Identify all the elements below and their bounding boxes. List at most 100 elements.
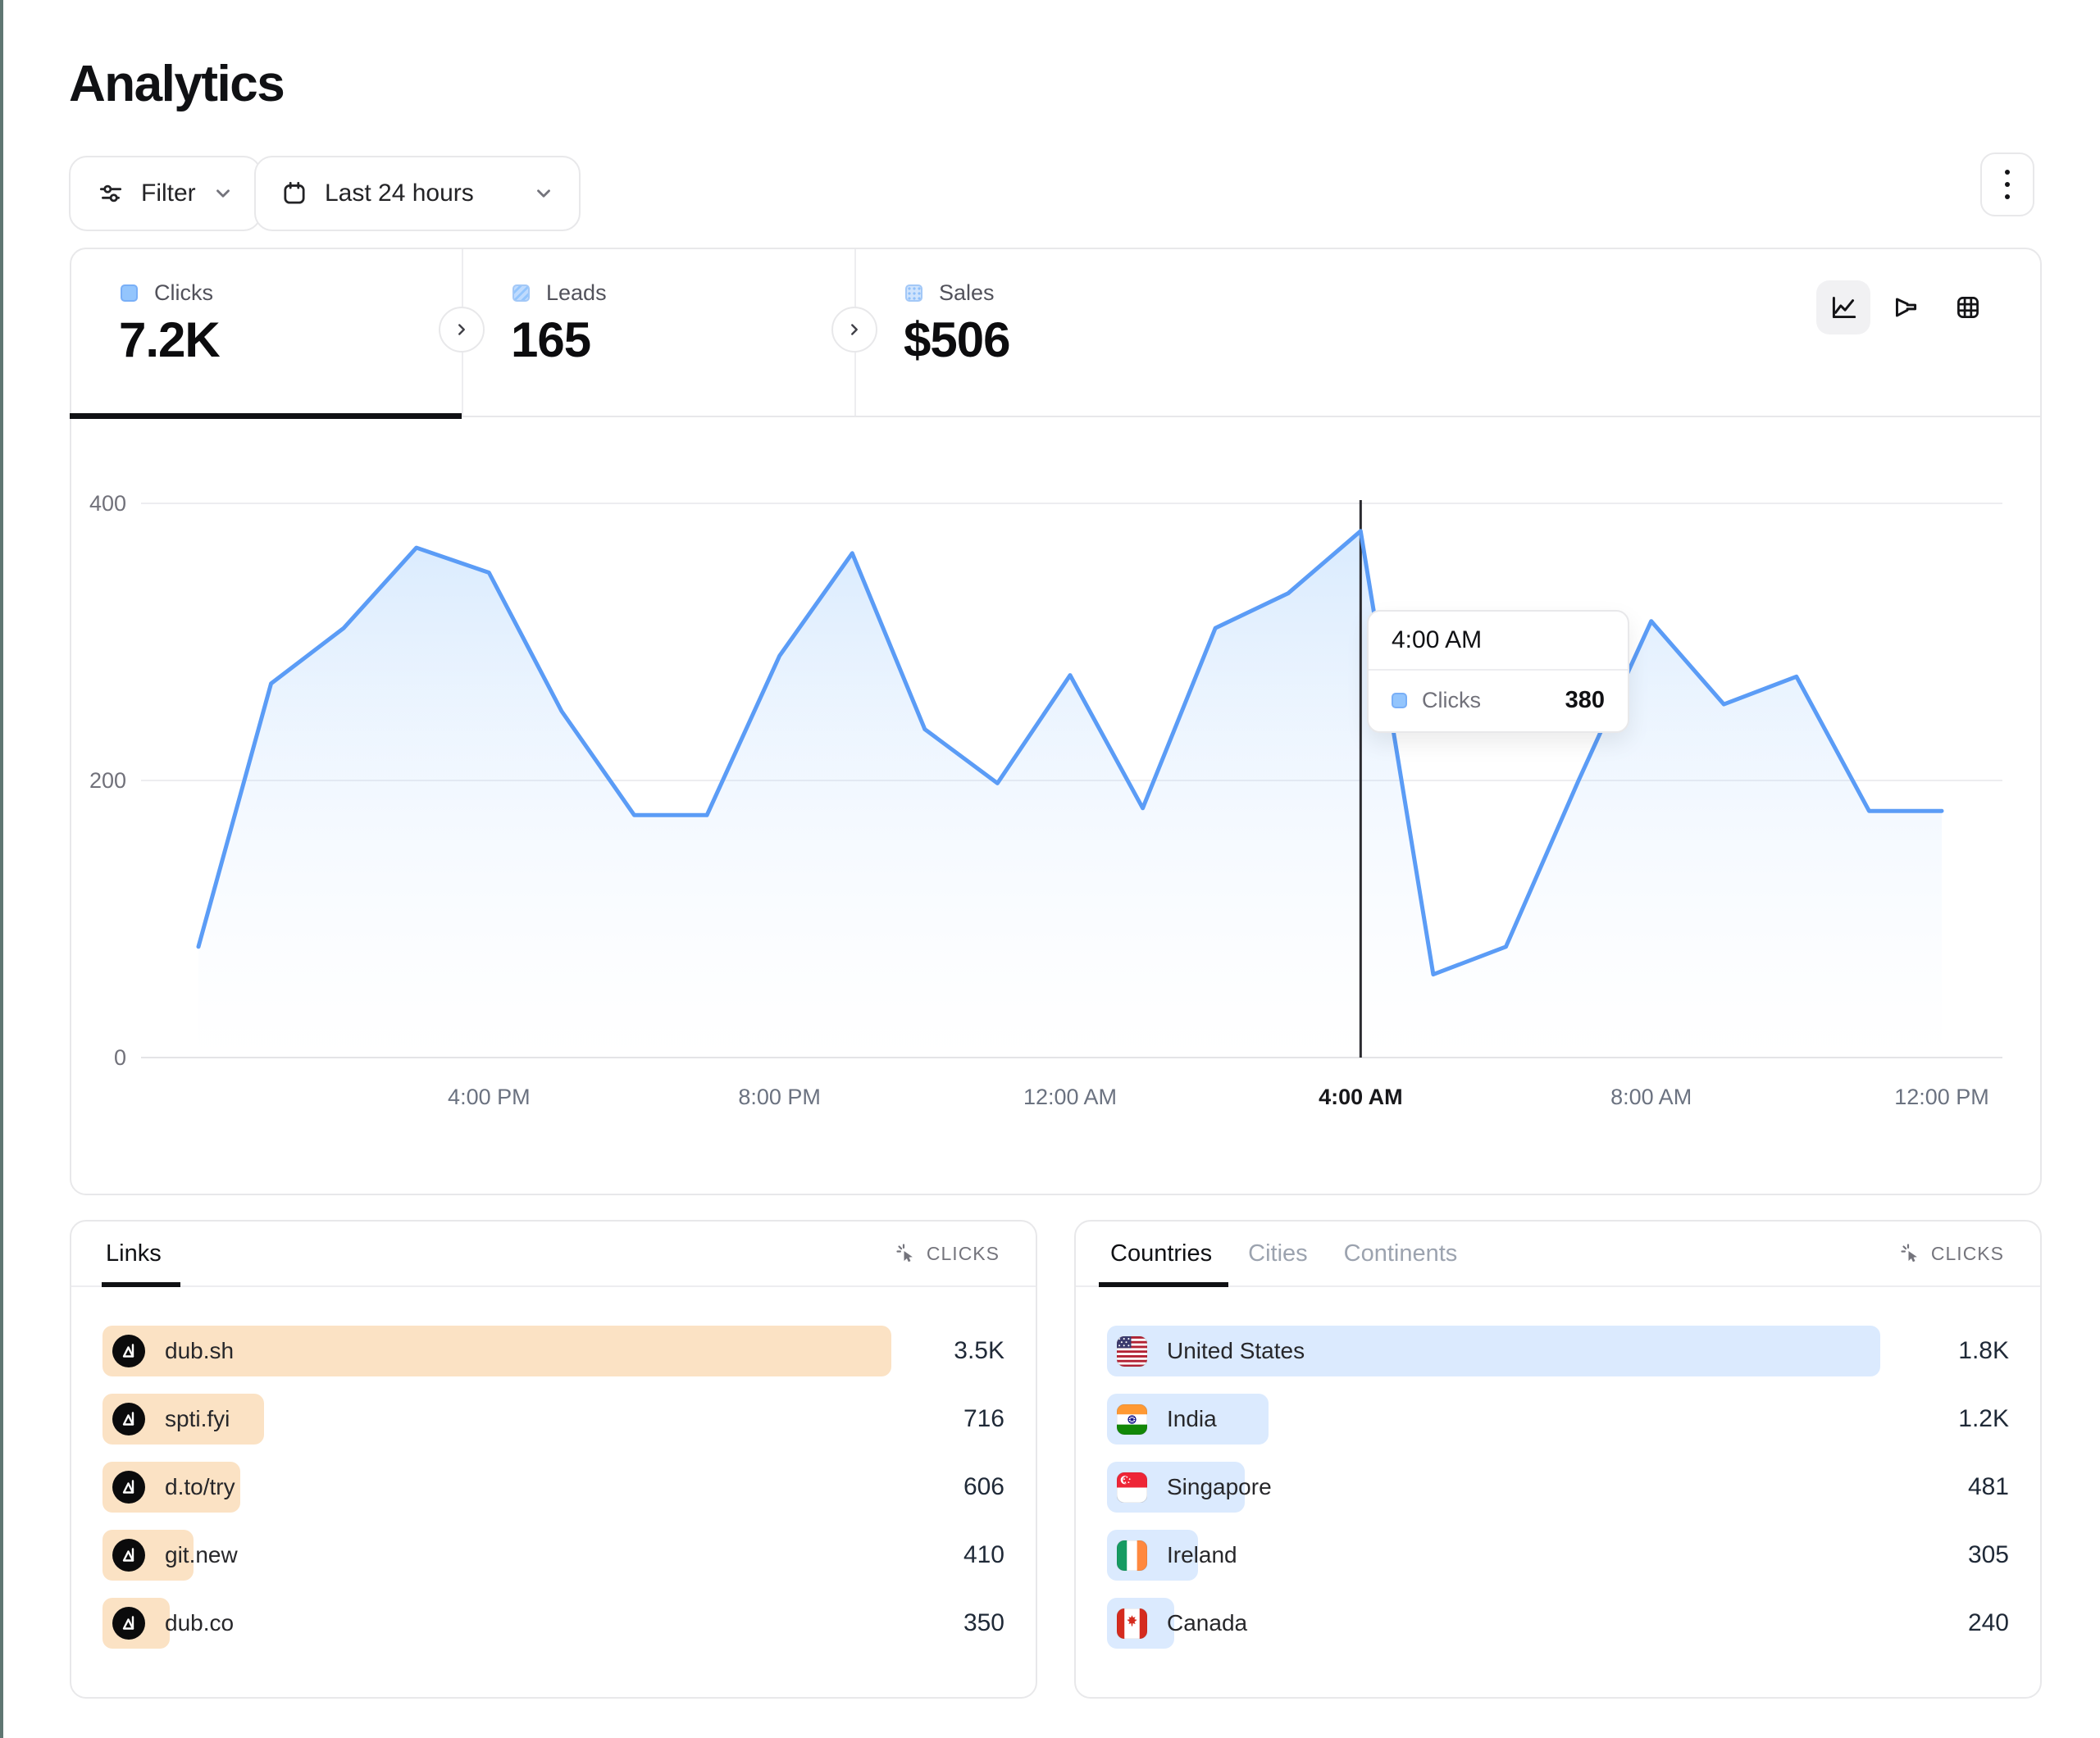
country-label: Singapore	[1167, 1474, 1272, 1500]
country-row[interactable]: Ireland 305	[1107, 1530, 2009, 1581]
links-active-underline	[102, 1282, 180, 1287]
link-clicks-value: 350	[906, 1609, 1004, 1637]
link-clicks-value: 606	[906, 1473, 1004, 1501]
country-flag-icon	[1117, 1472, 1147, 1503]
countries-panel: Countries Cities Continents CLICKS	[1074, 1220, 2042, 1699]
line-chart-icon	[1827, 291, 1860, 324]
svg-text:200: 200	[89, 768, 126, 793]
tab-continents[interactable]: Continents	[1344, 1240, 1458, 1267]
link-label: git.new	[165, 1542, 238, 1568]
clicks-time-series-chart[interactable]: 0 200 400 4:00 PM 8:00 PM 12:00 AM 4:00 AM 8:00…	[71, 416, 2040, 1195]
country-label: Canada	[1167, 1610, 1247, 1636]
dub-logo-icon	[112, 1335, 145, 1367]
country-row[interactable]: Canada 240	[1107, 1598, 2009, 1649]
tab-cities[interactable]: Cities	[1248, 1240, 1308, 1267]
link-label: spti.fyi	[165, 1406, 230, 1432]
chevron-down-icon	[533, 183, 554, 204]
country-clicks-value: 305	[1911, 1541, 2009, 1569]
dub-logo-icon	[112, 1403, 145, 1435]
countries-active-underline	[1099, 1282, 1228, 1287]
link-row[interactable]: dub.co 350	[102, 1598, 1004, 1649]
svg-text:8:00 PM: 8:00 PM	[738, 1085, 821, 1109]
cursor-click-icon	[1898, 1242, 1921, 1265]
links-metric-selector[interactable]: CLICKS	[894, 1242, 1000, 1265]
country-clicks-value: 481	[1911, 1473, 2009, 1501]
table-view-toggle-button[interactable]	[1941, 280, 1995, 334]
country-row[interactable]: United States 1.8K	[1107, 1326, 2009, 1376]
sales-value: $506	[904, 312, 1009, 368]
sales-legend-square	[905, 284, 922, 302]
link-label: dub.sh	[165, 1338, 234, 1364]
clicks-value: 7.2K	[119, 312, 220, 368]
leads-legend-square	[512, 284, 530, 302]
sales-tab-label: Sales	[939, 280, 995, 306]
tab-separator-chevron[interactable]	[831, 307, 877, 353]
link-row[interactable]: d.to/try 606	[102, 1462, 1004, 1513]
link-clicks-value: 3.5K	[906, 1337, 1004, 1365]
country-clicks-value: 1.8K	[1911, 1337, 2009, 1365]
svg-text:12:00 PM: 12:00 PM	[1894, 1085, 1989, 1109]
funnel-chart-toggle-button[interactable]	[1879, 280, 1933, 334]
tab-leads[interactable]: Leads 165	[462, 249, 854, 416]
countries-rows: United States 1.8K India 1.2K	[1107, 1326, 2009, 1666]
tooltip-legend-square	[1392, 693, 1407, 708]
links-metric-label: CLICKS	[927, 1243, 1000, 1265]
link-label: dub.co	[165, 1610, 234, 1636]
stat-tabs: Clicks 7.2K Leads 165 Sales $506	[71, 249, 2040, 417]
countries-metric-selector[interactable]: CLICKS	[1898, 1242, 2004, 1265]
country-flag-icon	[1117, 1404, 1147, 1435]
svg-text:4:00 PM: 4:00 PM	[448, 1085, 531, 1109]
calendar-icon	[280, 180, 308, 207]
svg-text:12:00 AM: 12:00 AM	[1023, 1085, 1117, 1109]
link-clicks-value: 410	[906, 1541, 1004, 1569]
funnel-icon	[1889, 291, 1922, 324]
svg-text:400: 400	[89, 491, 126, 516]
svg-text:4:00 AM: 4:00 AM	[1319, 1085, 1403, 1109]
filter-label: Filter	[141, 180, 196, 207]
country-clicks-value: 240	[1911, 1609, 2009, 1637]
tab-countries[interactable]: Countries	[1110, 1240, 1212, 1267]
line-chart-toggle-button[interactable]	[1816, 280, 1870, 334]
tooltip-series-label: Clicks	[1422, 688, 1481, 713]
link-label: d.to/try	[165, 1474, 235, 1500]
filter-icon	[97, 180, 125, 207]
grid-icon	[1952, 291, 1984, 324]
leads-tab-label: Leads	[546, 280, 607, 306]
svg-text:8:00 AM: 8:00 AM	[1610, 1085, 1692, 1109]
analytics-card: Clicks 7.2K Leads 165 Sales $506	[70, 248, 2042, 1195]
cursor-click-icon	[894, 1242, 917, 1265]
chart-tooltip: 4:00 AM Clicks 380	[1367, 610, 1629, 733]
link-clicks-value: 716	[906, 1405, 1004, 1433]
country-label: India	[1167, 1406, 1217, 1432]
tab-links[interactable]: Links	[106, 1240, 162, 1267]
link-row[interactable]: git.new 410	[102, 1530, 1004, 1581]
link-row[interactable]: dub.sh 3.5K	[102, 1326, 1004, 1376]
clicks-legend-square	[121, 284, 138, 302]
date-range-button[interactable]: Last 24 hours	[254, 156, 581, 231]
page-title: Analytics	[69, 59, 284, 110]
clicks-tab-label: Clicks	[154, 280, 213, 306]
tab-separator-chevron[interactable]	[439, 307, 485, 353]
country-row[interactable]: India 1.2K	[1107, 1394, 2009, 1445]
country-label: United States	[1167, 1338, 1305, 1364]
country-row[interactable]: Singapore 481	[1107, 1462, 2009, 1513]
country-flag-icon	[1117, 1336, 1147, 1367]
dub-logo-icon	[112, 1539, 145, 1572]
country-flag-icon	[1117, 1540, 1147, 1571]
svg-text:0: 0	[114, 1045, 126, 1070]
dub-logo-icon	[112, 1471, 145, 1504]
country-label: Ireland	[1167, 1542, 1237, 1568]
country-clicks-value: 1.2K	[1911, 1405, 2009, 1433]
links-rows: dub.sh 3.5K spti.fyi	[102, 1326, 1004, 1666]
more-options-button[interactable]	[1980, 152, 2034, 216]
dub-logo-icon	[112, 1607, 145, 1640]
page-left-accent	[0, 0, 3, 1738]
link-row[interactable]: spti.fyi 716	[102, 1394, 1004, 1445]
country-flag-icon	[1117, 1608, 1147, 1639]
chevron-down-icon	[212, 183, 234, 204]
tab-clicks[interactable]: Clicks 7.2K	[71, 249, 462, 416]
date-range-label: Last 24 hours	[325, 180, 474, 207]
filter-button[interactable]: Filter	[69, 156, 262, 231]
tooltip-time: 4:00 AM	[1369, 612, 1628, 671]
analytics-page: Analytics Filter Last 24 hours	[0, 0, 2100, 1738]
